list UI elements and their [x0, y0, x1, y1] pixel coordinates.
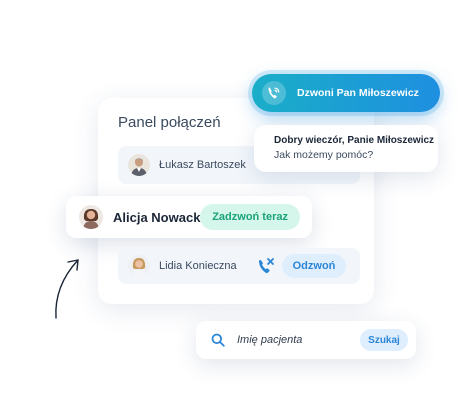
search-icon — [211, 333, 225, 347]
greeting-bubble: Dobry wieczór, Panie Miłoszewicz Jak moż… — [254, 125, 438, 172]
incoming-call-pill[interactable]: Dzwoni Pan Miłoszewicz — [252, 74, 440, 112]
active-contact-card[interactable]: Alicja Nowacka Zadzwoń teraz — [66, 196, 312, 238]
phone-ringing-icon — [262, 81, 286, 105]
greeting-line-1: Dobry wieczór, Panie Miłoszewicz — [274, 135, 435, 146]
missed-call-icon — [259, 258, 274, 274]
contact-name: Łukasz Bartoszek — [159, 159, 246, 171]
curved-arrow-icon — [55, 259, 79, 319]
search-input[interactable] — [237, 334, 347, 346]
contact-name: Alicja Nowacka — [113, 209, 208, 225]
avatar — [79, 205, 103, 229]
callback-button[interactable]: Odzwoń — [282, 254, 346, 278]
call-now-button[interactable]: Zadzwoń teraz — [200, 204, 300, 230]
panel-title: Panel połączeń — [118, 114, 221, 131]
patient-search-bar: Szukaj — [196, 321, 416, 359]
contact-name: Lidia Konieczna — [159, 260, 237, 272]
avatar — [128, 255, 150, 277]
search-button[interactable]: Szukaj — [360, 329, 408, 351]
incoming-call-label: Dzwoni Pan Miłoszewicz — [297, 87, 419, 99]
greeting-line-2: Jak możemy pomóc? — [274, 149, 374, 161]
avatar — [128, 154, 150, 176]
